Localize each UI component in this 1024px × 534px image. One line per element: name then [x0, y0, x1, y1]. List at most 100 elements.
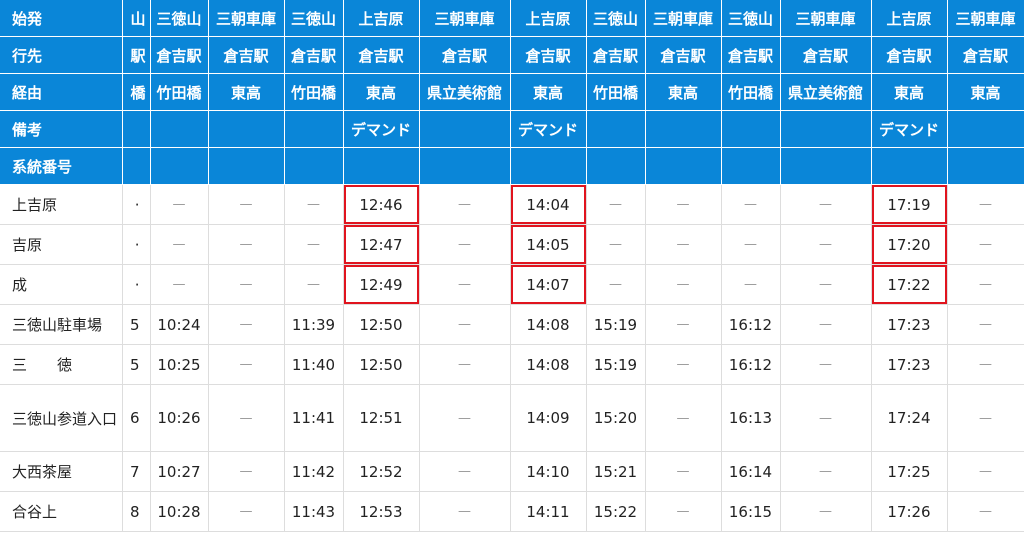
departure-time-cell: 17:23 — [871, 304, 948, 345]
departure-time-cell: — — [947, 384, 1024, 452]
header-cell — [122, 110, 151, 148]
departure-time-cell: 6 — [122, 384, 151, 452]
departure-time-cell: 10:26 — [150, 384, 209, 452]
departure-time-cell: · — [122, 264, 151, 305]
departure-time-cell: — — [150, 224, 209, 265]
header-cell: 三徳山 — [284, 0, 344, 37]
departure-time-cell: — — [284, 184, 344, 225]
departure-time-cell: 17:20 — [871, 224, 948, 265]
departure-time-cell: — — [645, 184, 722, 225]
header-cell — [721, 110, 781, 148]
departure-time-cell: — — [208, 224, 285, 265]
header-cell: 東高 — [208, 73, 285, 111]
header-cell: 三徳山 — [150, 0, 209, 37]
departure-time-cell: 11:40 — [284, 344, 344, 385]
departure-time-cell: 16:12 — [721, 304, 781, 345]
header-cell: 三朝車庫 — [208, 0, 285, 37]
header-cell: 上吉原 — [343, 0, 420, 37]
header-cell — [645, 147, 722, 185]
header-cell: 倉吉駅 — [645, 36, 722, 74]
stop-row: 上吉原 · — — —12:46—14:04— — — —17:19— — [0, 184, 1024, 225]
header-cell — [150, 147, 209, 185]
header-cell: 東高 — [343, 73, 420, 111]
departure-time-cell: — — [645, 451, 722, 492]
header-cell: デマンド — [871, 110, 948, 148]
departure-time-cell: — — [947, 264, 1024, 305]
stop-name: 合谷上 — [0, 491, 123, 532]
header-cell: 竹田橋 — [150, 73, 209, 111]
departure-time-cell: — — [645, 224, 722, 265]
header-cell — [419, 147, 511, 185]
header-cell: 倉吉駅 — [510, 36, 587, 74]
departure-time-cell: — — [284, 264, 344, 305]
departure-time-cell: 12:50 — [343, 304, 420, 345]
stop-row: 吉原 · — — —12:47—14:05— — — —17:20— — [0, 224, 1024, 265]
departure-time-cell: 15:19 — [586, 304, 646, 345]
header-cell — [586, 147, 646, 185]
header-cell — [780, 147, 872, 185]
departure-time-cell: 16:13 — [721, 384, 781, 452]
departure-time-cell: 12:46 — [343, 184, 420, 225]
departure-time-cell: 16:14 — [721, 451, 781, 492]
route-number-row: 系統番号 — [0, 147, 1024, 185]
stop-row: 三 徳 5 10:25—11:40 12:50—14:08 15:19—16:12—17… — [0, 344, 1024, 385]
departure-time-cell: 11:39 — [284, 304, 344, 345]
row-label: 行先 — [0, 36, 123, 74]
header-cell — [284, 147, 344, 185]
departure-time-cell: 14:09 — [510, 384, 587, 452]
header-cell — [780, 110, 872, 148]
departure-time-cell: — — [645, 264, 722, 305]
header-cell: 県立美術館 — [780, 73, 872, 111]
departure-time-cell: · — [122, 224, 151, 265]
stop-name: 上吉原 — [0, 184, 123, 225]
departure-time-cell: — — [419, 384, 511, 452]
destination-row: 行先駅倉吉駅 倉吉駅 倉吉駅 倉吉駅 倉吉駅 倉吉駅 倉吉駅 倉吉駅 倉吉駅 倉吉駅 倉吉駅 倉吉駅 — [0, 36, 1024, 74]
header-cell — [150, 110, 209, 148]
departure-time-cell: — — [419, 344, 511, 385]
header-cell: 倉吉駅 — [150, 36, 209, 74]
departure-time-cell: 15:20 — [586, 384, 646, 452]
header-cell: 倉吉駅 — [780, 36, 872, 74]
departure-time-cell: 14:04 — [510, 184, 587, 225]
departure-time-cell: 16:15 — [721, 491, 781, 532]
row-label: 始発 — [0, 0, 123, 37]
departure-time-cell: — — [780, 184, 872, 225]
departure-time-cell: — — [721, 224, 781, 265]
departure-time-cell: · — [122, 184, 151, 225]
departure-time-cell: — — [419, 491, 511, 532]
departure-time-cell: — — [947, 224, 1024, 265]
departure-time-cell: — — [208, 184, 285, 225]
header-cell: 竹田橋 — [721, 73, 781, 111]
departure-time-cell: — — [419, 184, 511, 225]
departure-time-cell: 12:49 — [343, 264, 420, 305]
departure-time-cell: — — [780, 304, 872, 345]
header-cell: 東高 — [645, 73, 722, 111]
departure-time-cell: — — [208, 384, 285, 452]
header-cell: 上吉原 — [510, 0, 587, 37]
departure-time-cell: 5 — [122, 304, 151, 345]
header-cell: 倉吉駅 — [284, 36, 344, 74]
origin-row: 始発山三徳山 三朝車庫 三徳山 上吉原 三朝車庫 上吉原 三徳山 三朝車庫 三徳山 三朝車庫 上吉原… — [0, 0, 1024, 37]
header-cell: 上吉原 — [871, 0, 948, 37]
departure-time-cell: 10:24 — [150, 304, 209, 345]
departure-time-cell: 11:42 — [284, 451, 344, 492]
departure-time-cell: — — [947, 344, 1024, 385]
header-cell: 倉吉駅 — [947, 36, 1024, 74]
departure-time-cell: 12:51 — [343, 384, 420, 452]
departure-time-cell: 17:23 — [871, 344, 948, 385]
departure-time-cell: 17:25 — [871, 451, 948, 492]
header-cell: 橋 — [122, 73, 151, 111]
header-cell — [208, 147, 285, 185]
departure-time-cell: — — [721, 184, 781, 225]
row-label: 系統番号 — [0, 147, 123, 185]
departure-time-cell: — — [947, 451, 1024, 492]
stop-row: 三徳山参道入口 6 10:26—11:41 12:51—14:09 15:20—16:1… — [0, 384, 1024, 452]
header-cell — [586, 110, 646, 148]
stop-name: 大西茶屋 — [0, 451, 123, 492]
departure-time-cell: — — [419, 224, 511, 265]
departure-time-cell: 15:19 — [586, 344, 646, 385]
header-cell: 倉吉駅 — [871, 36, 948, 74]
header-cell: 駅 — [122, 36, 151, 74]
departure-time-cell: 14:10 — [510, 451, 587, 492]
header-cell: 竹田橋 — [586, 73, 646, 111]
